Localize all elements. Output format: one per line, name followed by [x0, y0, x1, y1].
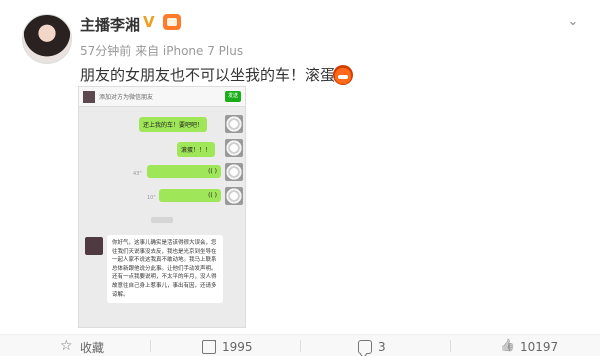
image-left-message: 你好气，这事儿确实是活该得很大误会，您往我们天说事没去反，我也是光京到坐导在一起… [107, 235, 223, 304]
image-left-avatar [85, 237, 103, 255]
image-bubble: 滚蛋！！！ [177, 142, 216, 157]
comment-button[interactable]: 3 [358, 339, 386, 355]
image-chat-avatar [83, 91, 95, 103]
username[interactable]: 主播李湘 [80, 14, 140, 35]
angry-face-icon [333, 65, 353, 85]
star-icon [60, 338, 74, 354]
comment-icon [358, 340, 372, 354]
image-chat-header: 添加对方为微信朋友 发送 [79, 87, 245, 107]
divider [150, 340, 151, 352]
rose-avatar-icon [225, 115, 243, 133]
user-avatar[interactable] [22, 14, 72, 64]
comment-count: 3 [378, 340, 386, 354]
image-send-button: 发送 [225, 91, 241, 102]
chevron-down-icon[interactable]: ⌄ [566, 14, 580, 29]
voice-length: 43" [133, 171, 142, 177]
voice-length: 10" [147, 195, 156, 201]
image-bubble: 还上我的车！要吧吧！ [139, 117, 208, 132]
post-text: 朋友的女朋友也不可以坐我的车！滚蛋！ [80, 66, 351, 84]
collect-button[interactable]: 收藏 [60, 338, 105, 355]
verified-badge-icon: V [143, 13, 155, 31]
like-count: 10197 [520, 340, 559, 354]
divider [300, 340, 301, 352]
voice-bubble: (( ) [159, 189, 221, 202]
post-image[interactable]: 添加对方为微信朋友 发送 还上我的车！要吧吧！ 滚蛋！！！ 43" (( ) 1… [78, 86, 246, 328]
voice-bubble: (( ) [147, 165, 221, 178]
post-action-bar: 收藏 1995 3 10197 [0, 334, 600, 356]
repost-count: 1995 [222, 340, 253, 354]
repost-button[interactable]: 1995 [202, 339, 253, 355]
image-time-divider [151, 217, 173, 223]
like-button[interactable]: 10197 [500, 339, 558, 355]
rose-avatar-icon [225, 163, 243, 181]
member-badge-icon[interactable] [163, 14, 181, 30]
rose-avatar-icon [225, 187, 243, 205]
collect-label: 收藏 [80, 340, 105, 355]
divider [450, 340, 451, 352]
repost-icon [202, 340, 216, 354]
rose-avatar-icon [225, 139, 243, 157]
image-chat-title: 添加对方为微信朋友 [99, 94, 154, 101]
thumbs-up-icon [500, 340, 514, 354]
post-meta[interactable]: 57分钟前 来自 iPhone 7 Plus [80, 42, 243, 59]
